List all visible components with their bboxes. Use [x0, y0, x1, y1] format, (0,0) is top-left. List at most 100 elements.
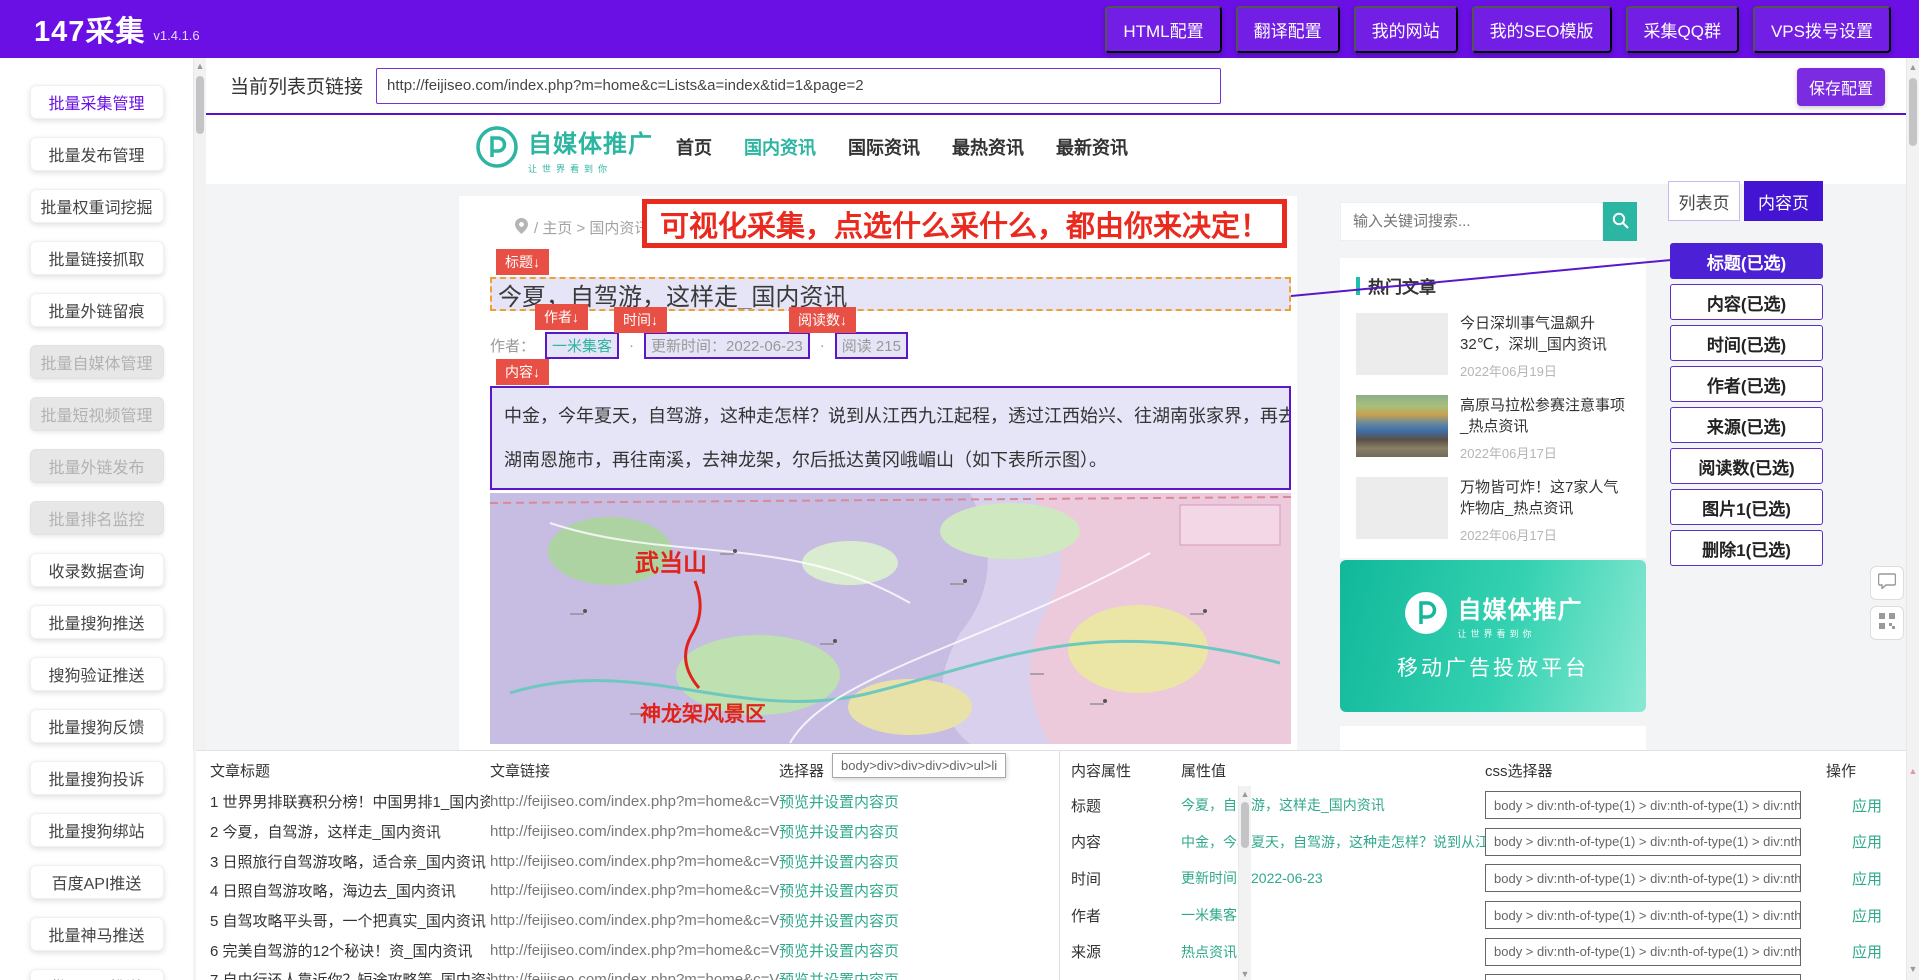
preview-setup-link[interactable]: 预览并设置内容页: [779, 821, 1028, 842]
top-menu-item[interactable]: VPS拨号设置: [1753, 6, 1891, 53]
sidebar-item[interactable]: 搜狗验证推送: [30, 657, 164, 691]
top-menu-item[interactable]: HTML配置: [1105, 6, 1221, 53]
site-nav-item[interactable]: 国内资讯: [744, 134, 816, 160]
field-select-button[interactable]: 阅读数(已选): [1670, 448, 1823, 484]
field-select-button[interactable]: 时间(已选): [1670, 325, 1823, 361]
content-field-tag[interactable]: 内容↓: [496, 359, 549, 385]
preview-setup-link[interactable]: 预览并设置内容页: [779, 880, 1028, 901]
sidebar-scrollbar[interactable]: ▲: [193, 58, 206, 750]
scroll-up-icon[interactable]: ▲: [194, 60, 206, 72]
search-button[interactable]: [1603, 202, 1637, 241]
top-menu-item[interactable]: 采集QQ群: [1626, 6, 1739, 53]
ad-brand: 自媒体推广: [1458, 590, 1583, 625]
tab-list-page[interactable]: 列表页: [1668, 181, 1740, 221]
chat-bubble-icon: [1878, 573, 1896, 594]
css-selector-input[interactable]: body > div:nth-of-type(1) > div:nth-of-t…: [1485, 938, 1801, 966]
top-menu-item[interactable]: 我的网站: [1354, 6, 1458, 53]
field-select-button[interactable]: 来源(已选): [1670, 407, 1823, 443]
field-select-button[interactable]: 标题(已选): [1670, 243, 1823, 279]
sidebar-item[interactable]: 批量360推送: [30, 969, 164, 980]
css-selector-input[interactable]: body > div:nth-of-type(1) > div:nth-of-t…: [1485, 974, 1801, 980]
scroll-up-icon[interactable]: ▲: [1239, 788, 1251, 800]
selected-author[interactable]: 一米集客: [545, 332, 619, 359]
site-nav-item[interactable]: 最新资讯: [1056, 134, 1128, 160]
list-table-scrollbar[interactable]: ▲▼: [1238, 786, 1251, 980]
sidebar-item[interactable]: 批量发布管理: [30, 137, 164, 171]
css-selector-input[interactable]: body > div:nth-of-type(1) > div:nth-of-t…: [1485, 901, 1801, 929]
field-select-button[interactable]: 删除1(已选): [1670, 530, 1823, 566]
sidebar-item[interactable]: 批量搜狗绑站: [30, 813, 164, 847]
app-version: v1.4.1.6: [153, 28, 199, 43]
scrollbar-thumb[interactable]: [1241, 802, 1249, 848]
hot-article-item[interactable]: 高原马拉松参赛注意事项_热点资讯 2022年06月17日: [1356, 395, 1632, 462]
css-selector-input[interactable]: body > div:nth-of-type(1) > div:nth-of-t…: [1485, 828, 1801, 856]
sidebar-item[interactable]: 百度API推送: [30, 865, 164, 899]
css-selector-input[interactable]: body > div:nth-of-type(1) > div:nth-of-t…: [1485, 791, 1801, 819]
site-nav-item[interactable]: 国际资讯: [848, 134, 920, 160]
apply-link[interactable]: 应用: [1852, 905, 1911, 926]
hot-article-item[interactable]: 今日深圳事气温飙升32℃，深圳_国内资讯 2022年06月19日: [1356, 313, 1632, 380]
sidebar-item[interactable]: 批量自媒体管理: [30, 345, 164, 379]
selected-article-title[interactable]: 今夏，自驾游，这样走_国内资讯: [490, 277, 1291, 311]
list-url-input[interactable]: [376, 68, 1221, 104]
attr-name: 内容: [1071, 831, 1181, 852]
selected-article-content[interactable]: 中金，今年夏天，自驾游，这种走怎样？说到从江西九江起程，透过江西始兴、往湖南张家…: [490, 386, 1291, 490]
sidebar-item[interactable]: 批量搜狗推送: [30, 605, 164, 639]
sidebar-item[interactable]: 批量神马推送: [30, 917, 164, 951]
sidebar-item[interactable]: 批量外链发布: [30, 449, 164, 483]
field-select-button[interactable]: 作者(已选): [1670, 366, 1823, 402]
top-menu-item[interactable]: 翻译配置: [1236, 6, 1340, 53]
apply-link[interactable]: 应用: [1852, 941, 1911, 962]
page-scrollbar[interactable]: ▲ ▲ ▼: [1906, 58, 1919, 980]
sidebar-item[interactable]: 收录数据查询: [30, 553, 164, 587]
author-field-tag[interactable]: 作者↓: [535, 304, 588, 330]
search-input[interactable]: [1340, 202, 1603, 241]
sidebar-item[interactable]: 批量搜狗反馈: [30, 709, 164, 743]
qr-float-button[interactable]: [1870, 606, 1904, 640]
site-nav-item[interactable]: 最热资讯: [952, 134, 1024, 160]
views-field-tag[interactable]: 阅读数↓: [789, 307, 856, 333]
site-nav-item[interactable]: 首页: [676, 134, 712, 160]
preview-setup-link[interactable]: 预览并设置内容页: [779, 910, 1028, 931]
sidebar: 批量采集管理 批量发布管理 批量权重词挖掘 批量链接抓取 批量外链留痕 批量自媒…: [0, 58, 193, 980]
scroll-down-icon[interactable]: ▼: [1239, 968, 1251, 980]
chat-float-button[interactable]: [1870, 566, 1904, 600]
article-list-table: 1 世界男排联赛积分榜！中国男排1_国内资讯 http://feijiseo.c…: [210, 787, 1028, 980]
save-config-button[interactable]: 保存配置: [1797, 68, 1885, 106]
selected-views[interactable]: 阅读 215: [835, 332, 908, 359]
apply-link[interactable]: 应用: [1852, 795, 1911, 816]
scroll-up-icon[interactable]: ▲: [1907, 61, 1919, 73]
field-select-button[interactable]: 图片1(已选): [1670, 489, 1823, 525]
css-selector-input[interactable]: body > div:nth-of-type(1) > div:nth-of-t…: [1485, 864, 1801, 892]
sidebar-item[interactable]: 批量排名监控: [30, 501, 164, 535]
time-field-tag[interactable]: 时间↓: [614, 307, 667, 333]
sidebar-item[interactable]: 批量短视频管理: [30, 397, 164, 431]
list-row-link: http://feijiseo.com/index.php?m=home&c=V…: [490, 793, 779, 810]
scroll-up-icon[interactable]: ▲: [1907, 765, 1919, 777]
sidebar-item[interactable]: 批量权重词挖掘: [30, 189, 164, 223]
sidebar-item[interactable]: 批量采集管理: [30, 85, 164, 119]
preview-setup-link[interactable]: 预览并设置内容页: [779, 940, 1028, 961]
sidebar-item[interactable]: 批量搜狗投诉: [30, 761, 164, 795]
site-logo[interactable]: 自媒体推广 让世界看到你: [475, 124, 653, 175]
ad-banner[interactable]: 自媒体推广 让世界看到你 移动广告投放平台: [1340, 560, 1646, 712]
scroll-down-icon[interactable]: ▼: [1907, 963, 1919, 975]
apply-link[interactable]: 应用: [1852, 868, 1911, 889]
site-search: [1340, 202, 1637, 241]
title-field-tag[interactable]: 标题↓: [496, 249, 549, 275]
selected-time[interactable]: 更新时间：2022-06-23: [644, 332, 810, 359]
preview-setup-link[interactable]: 预览并设置内容页: [779, 791, 1028, 812]
hot-article-item[interactable]: 万物皆可炸！这7家人气炸物店_热点资讯 2022年06月17日: [1356, 477, 1632, 544]
sidebar-item[interactable]: 批量外链留痕: [30, 293, 164, 327]
field-select-button[interactable]: 内容(已选): [1670, 284, 1823, 320]
preview-setup-link[interactable]: 预览并设置内容页: [779, 851, 1028, 872]
sidebar-item[interactable]: 批量链接抓取: [30, 241, 164, 275]
breadcrumb[interactable]: / 主页 > 国内资讯: [515, 217, 649, 238]
top-menu-item[interactable]: 我的SEO模版: [1472, 6, 1612, 53]
preview-setup-link[interactable]: 预览并设置内容页: [779, 969, 1028, 980]
meta-dot: ·: [820, 337, 825, 354]
scrollbar-thumb[interactable]: [1909, 78, 1917, 146]
scrollbar-thumb[interactable]: [196, 76, 204, 134]
tab-content-page[interactable]: 内容页: [1744, 181, 1823, 221]
apply-link[interactable]: 应用: [1852, 831, 1911, 852]
